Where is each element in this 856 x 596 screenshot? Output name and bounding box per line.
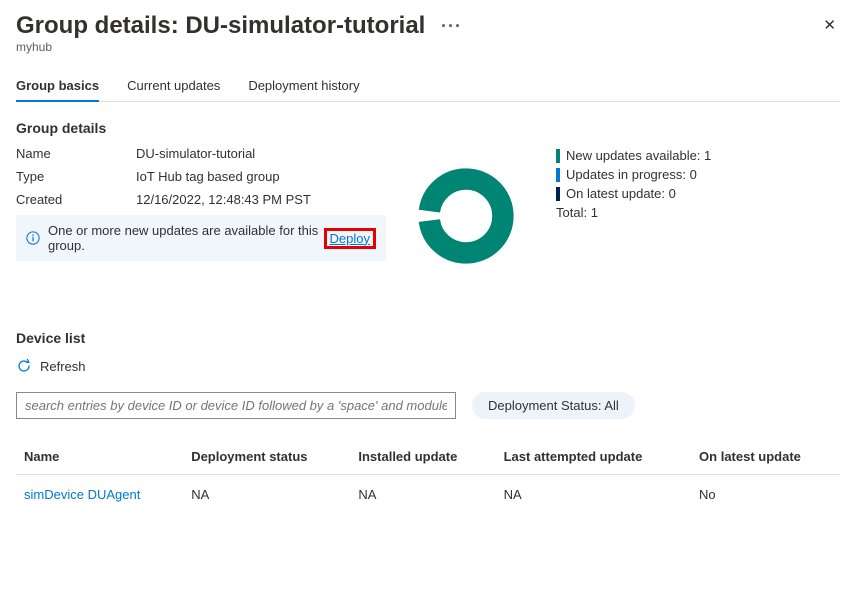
type-label: Type — [16, 169, 136, 184]
device-list-heading: Device list — [16, 330, 840, 346]
tab-bar: Group basics Current updates Deployment … — [16, 72, 840, 102]
deploy-link[interactable]: Deploy — [330, 231, 370, 246]
deploy-highlight: Deploy — [324, 228, 376, 249]
table-row: simDevice DUAgent NA NA NA No — [16, 475, 840, 515]
created-label: Created — [16, 192, 136, 207]
breadcrumb: myhub — [16, 40, 840, 54]
legend-label: On latest update: 0 — [566, 186, 676, 201]
created-value: 12/16/2022, 12:48:43 PM PST — [136, 192, 311, 207]
col-installed-update[interactable]: Installed update — [350, 439, 495, 475]
cell-last-attempted: NA — [496, 475, 691, 515]
cell-deployment-status: NA — [183, 475, 350, 515]
tab-group-basics[interactable]: Group basics — [16, 72, 99, 101]
legend-total: Total: 1 — [556, 205, 711, 220]
close-icon[interactable]: ✕ — [823, 16, 836, 34]
tab-deployment-history[interactable]: Deployment history — [248, 72, 359, 101]
legend-total-value: 1 — [591, 205, 598, 220]
refresh-button[interactable]: Refresh — [16, 358, 86, 374]
name-value: DU-simulator-tutorial — [136, 146, 255, 161]
refresh-icon — [16, 358, 32, 374]
group-details-heading: Group details — [16, 120, 840, 136]
col-name[interactable]: Name — [16, 439, 183, 475]
search-input[interactable] — [16, 392, 456, 419]
col-on-latest[interactable]: On latest update — [691, 439, 840, 475]
info-banner: One or more new updates are available fo… — [16, 215, 386, 261]
deployment-status-filter[interactable]: Deployment Status: All — [472, 392, 635, 419]
chart-legend: New updates available: 1 Updates in prog… — [556, 148, 711, 224]
name-label: Name — [16, 146, 136, 161]
legend-swatch — [556, 187, 560, 201]
info-icon — [26, 231, 40, 245]
more-actions-icon[interactable]: ··· — [441, 16, 462, 37]
info-banner-text: One or more new updates are available fo… — [48, 223, 323, 253]
legend-item-in-progress: Updates in progress: 0 — [556, 167, 711, 182]
tab-current-updates[interactable]: Current updates — [127, 72, 220, 101]
cell-on-latest: No — [691, 475, 840, 515]
device-link[interactable]: simDevice DUAgent — [24, 487, 140, 502]
status-donut-chart — [416, 166, 516, 266]
type-value: IoT Hub tag based group — [136, 169, 280, 184]
page-title: Group details: DU-simulator-tutorial — [16, 12, 425, 40]
legend-swatch — [556, 149, 560, 163]
device-table: Name Deployment status Installed update … — [16, 439, 840, 514]
legend-label: New updates available: 1 — [566, 148, 711, 163]
legend-swatch — [556, 168, 560, 182]
refresh-label: Refresh — [40, 359, 86, 374]
col-deployment-status[interactable]: Deployment status — [183, 439, 350, 475]
legend-label: Updates in progress: 0 — [566, 167, 697, 182]
legend-item-on-latest: On latest update: 0 — [556, 186, 711, 201]
legend-total-label: Total — [556, 205, 583, 220]
col-last-attempted[interactable]: Last attempted update — [496, 439, 691, 475]
cell-installed-update: NA — [350, 475, 495, 515]
legend-item-new-updates: New updates available: 1 — [556, 148, 711, 163]
